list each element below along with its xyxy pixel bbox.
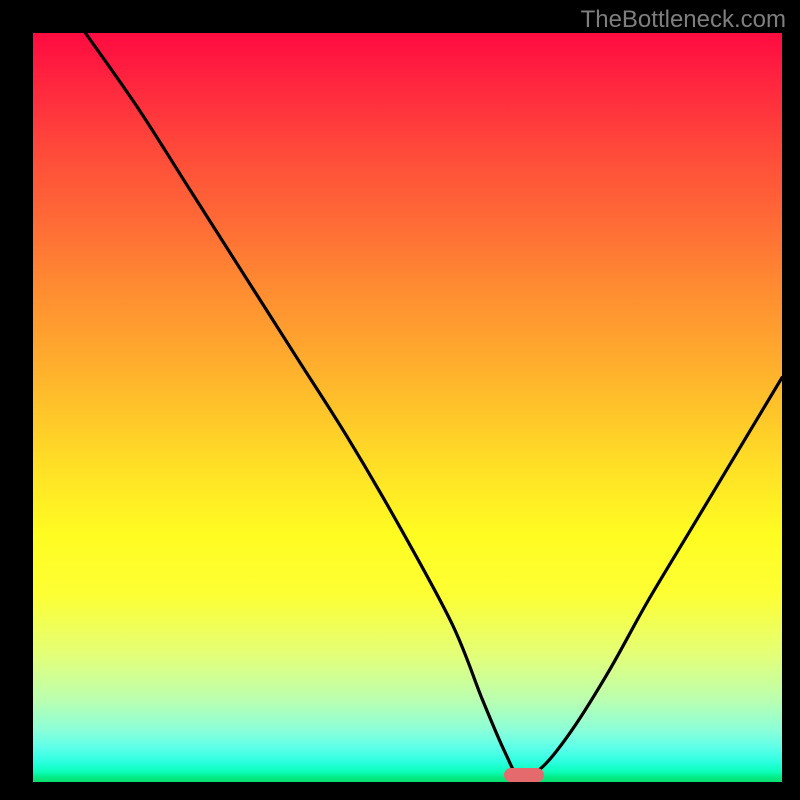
- chart-area: [33, 33, 782, 782]
- optimal-point-marker: [504, 768, 544, 782]
- watermark-text: TheBottleneck.com: [581, 6, 786, 34]
- bottleneck-curve: [33, 33, 782, 782]
